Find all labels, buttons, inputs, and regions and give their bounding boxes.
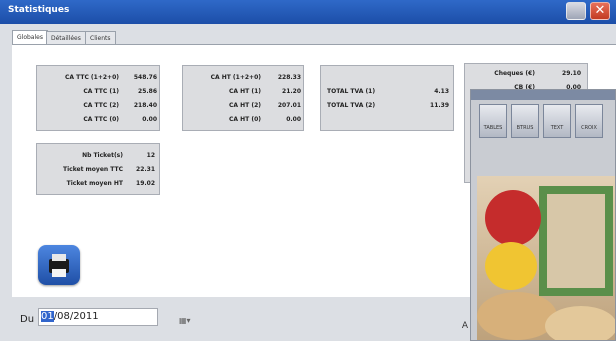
cheques-value: 29.10 xyxy=(562,70,581,77)
printer-icon xyxy=(49,254,69,277)
ca-ht-0-value: 0.00 xyxy=(286,116,301,123)
ca-ttc-2-label: CA TTC (2) xyxy=(83,102,119,109)
truncated-label: A xyxy=(461,321,468,331)
tva-2-value: 11.39 xyxy=(430,102,449,109)
ca-ht-0-label: CA HT (0) xyxy=(229,116,261,123)
date-from-input[interactable]: 01/08/2011 ▦▾ xyxy=(38,308,191,326)
overlay-titlebar xyxy=(471,90,615,100)
tab-globales[interactable]: Globales xyxy=(12,30,48,44)
tab-detaillees[interactable]: Détaillées xyxy=(46,31,86,44)
tva-box: TOTAL TVA (1) 4.13 TOTAL TVA (2) 11.39 xyxy=(320,65,454,131)
overlay-tool-btrus[interactable]: BTRUS xyxy=(511,104,539,138)
ca-ht-2-label: CA HT (2) xyxy=(229,102,261,109)
ca-ht-1-label: CA HT (1) xyxy=(229,88,261,95)
ca-ttc-0-label: CA TTC (0) xyxy=(83,116,119,123)
overlay-tool-tables[interactable]: TABLES xyxy=(479,104,507,138)
date-rest: /08/2011 xyxy=(53,311,99,322)
tva-1-value: 4.13 xyxy=(434,88,449,95)
ca-ht-1-value: 21.20 xyxy=(282,88,301,95)
ca-ttc-1-value: 25.86 xyxy=(138,88,157,95)
ca-ttc-2-value: 218.40 xyxy=(133,102,157,109)
print-button[interactable] xyxy=(38,245,80,285)
nb-tickets-value: 12 xyxy=(146,152,155,159)
ca-ht-2-value: 207.01 xyxy=(277,102,301,109)
overlapping-window[interactable]: TABLES BTRUS TEXT CROIX xyxy=(470,89,616,341)
overlay-tool-text[interactable]: TEXT xyxy=(543,104,571,138)
ticket-ht-label: Ticket moyen HT xyxy=(66,180,123,187)
ticket-ttc-label: Ticket moyen TTC xyxy=(62,166,123,173)
tab-clients[interactable]: Clients xyxy=(85,31,116,44)
date-day-selected: 01 xyxy=(41,311,54,322)
nb-tickets-label: Nb Ticket(s) xyxy=(82,152,123,159)
close-icon: ✕ xyxy=(594,3,606,18)
ticket-ht-value: 19.02 xyxy=(136,180,155,187)
produce-image xyxy=(477,176,615,340)
date-from-label: Du xyxy=(20,314,35,325)
tva-1-label: TOTAL TVA (1) xyxy=(327,88,376,95)
tickets-box: Nb Ticket(s) 12 Ticket moyen TTC 22.31 T… xyxy=(36,143,160,195)
minimize-button[interactable] xyxy=(566,2,586,20)
ca-ht-total-value: 228.33 xyxy=(277,74,301,81)
overlay-tool-croix[interactable]: CROIX xyxy=(575,104,603,138)
ca-ttc-0-value: 0.00 xyxy=(142,116,157,123)
ca-ttc-total-label: CA TTC (1+2+0) xyxy=(64,74,119,81)
close-button[interactable]: ✕ xyxy=(590,2,610,20)
title-bar: Statistiques ✕ xyxy=(0,0,616,24)
ca-ttc-1-label: CA TTC (1) xyxy=(83,88,119,95)
cheques-label: Cheques (€) xyxy=(494,70,535,77)
ca-ttc-total-value: 548.76 xyxy=(133,74,157,81)
calendar-dropdown-icon[interactable]: ▦▾ xyxy=(179,313,191,329)
tva-2-label: TOTAL TVA (2) xyxy=(327,102,376,109)
window-title: Statistiques xyxy=(8,5,70,15)
ca-ht-total-label: CA HT (1+2+0) xyxy=(210,74,261,81)
ca-ht-box: CA HT (1+2+0) 228.33 CA HT (1) 21.20 CA … xyxy=(182,65,304,131)
ca-ttc-box: CA TTC (1+2+0) 548.76 CA TTC (1) 25.86 C… xyxy=(36,65,160,131)
ticket-ttc-value: 22.31 xyxy=(136,166,155,173)
